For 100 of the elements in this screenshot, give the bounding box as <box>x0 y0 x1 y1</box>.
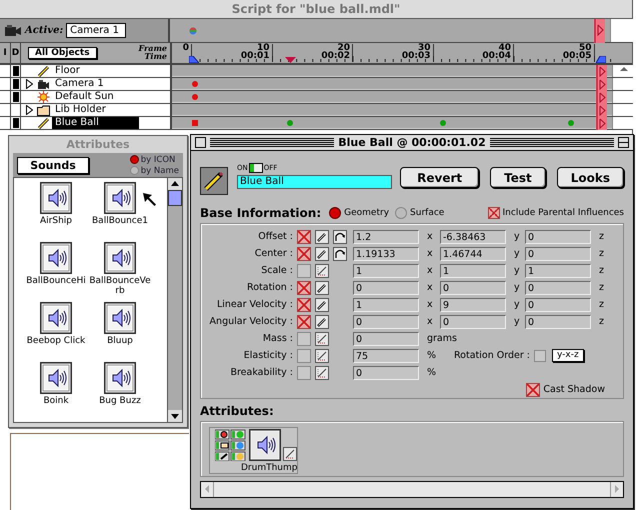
checkbox[interactable] <box>297 280 311 294</box>
mode-option[interactable]: Surface <box>395 207 444 219</box>
graph-tool-icon[interactable] <box>315 348 329 362</box>
value-field[interactable]: 0 <box>440 314 506 328</box>
pencil-tool-icon[interactable] <box>315 298 329 312</box>
visibility-toggle[interactable] <box>12 79 18 89</box>
sound-name[interactable]: Beebop Click <box>26 336 86 346</box>
sound-name[interactable]: BallBounce1 <box>92 216 148 226</box>
curve-tool-icon[interactable] <box>333 246 347 260</box>
view-option[interactable]: by Name <box>130 166 179 176</box>
value-field[interactable]: 0 <box>440 280 506 294</box>
object-name[interactable]: Lib Holder <box>52 104 109 116</box>
checkbox[interactable] <box>297 314 311 328</box>
category-button[interactable]: Sounds <box>17 156 89 174</box>
value-field[interactable]: 1.46744 <box>440 246 506 260</box>
sound-name[interactable]: Boink <box>43 396 69 406</box>
checkbox[interactable] <box>534 350 546 362</box>
sound-name[interactable]: BallBounceVerb <box>89 276 151 296</box>
dialog-button[interactable]: Revert <box>400 167 480 188</box>
pencil-icon[interactable] <box>200 167 228 195</box>
visibility-toggle[interactable] <box>12 92 18 102</box>
include-parental-checkbox[interactable]: Include Parental Influences <box>488 207 624 219</box>
end-marker-icon <box>596 56 606 63</box>
value-field[interactable]: 0 <box>525 230 591 244</box>
value-field[interactable]: 1.2 <box>353 230 419 244</box>
value-field[interactable]: 0 <box>353 366 419 380</box>
checkbox[interactable] <box>297 348 311 362</box>
value-field[interactable]: 0 <box>525 280 591 294</box>
zoom-box[interactable] <box>618 137 629 148</box>
value-field[interactable]: 0 <box>353 332 419 346</box>
active-camera-field[interactable]: Camera 1 <box>66 23 126 38</box>
checkbox[interactable] <box>297 366 311 380</box>
attribute-name: DrumThump <box>241 463 298 473</box>
graph-tool-icon[interactable] <box>315 264 329 278</box>
checkbox[interactable] <box>297 230 311 244</box>
value-field[interactable]: 0 <box>525 246 591 260</box>
value-field[interactable]: 1 <box>353 298 419 312</box>
value-field[interactable]: 0 <box>525 298 591 312</box>
value-field[interactable]: 1.19133 <box>353 246 419 260</box>
value-field[interactable]: 1 <box>525 264 591 278</box>
value-field[interactable]: 0 <box>353 280 419 294</box>
graph-tool-icon[interactable] <box>283 447 297 461</box>
pencil-tool-icon[interactable] <box>315 314 329 328</box>
speaker-icon[interactable] <box>104 242 136 274</box>
pencil-tool-icon[interactable] <box>315 246 329 260</box>
cast-shadow-checkbox[interactable]: Cast Shadow <box>526 382 605 396</box>
checkbox[interactable] <box>297 332 311 346</box>
keyframe-marker[interactable] <box>192 94 198 100</box>
scrollbar[interactable] <box>167 178 182 422</box>
checkbox[interactable] <box>297 246 311 260</box>
dialog-button[interactable]: Test <box>490 167 546 188</box>
attribute-card[interactable]: DrumThump <box>209 427 298 474</box>
object-name[interactable]: Camera 1 <box>52 78 107 90</box>
sound-name[interactable]: Bluup <box>107 336 133 346</box>
rotation-order-popup[interactable]: y-x-z <box>552 349 584 362</box>
name-field[interactable]: Blue Ball <box>237 175 392 189</box>
value-field[interactable]: 9 <box>440 298 506 312</box>
value-field[interactable]: 0 <box>525 314 591 328</box>
speaker-icon[interactable] <box>40 362 72 394</box>
sound-name[interactable]: BallBounceHi <box>26 276 86 286</box>
speaker-icon[interactable] <box>40 242 72 274</box>
speaker-icon[interactable] <box>104 362 136 394</box>
value-field[interactable]: -6.38463 <box>440 230 506 244</box>
scroll-thumb[interactable] <box>168 190 182 206</box>
keyframe-marker[interactable] <box>568 120 574 126</box>
speaker-icon[interactable] <box>104 302 136 334</box>
object-name[interactable]: Floor <box>52 65 83 77</box>
sound-name[interactable]: Bug Buzz <box>99 396 141 406</box>
sound-name[interactable]: AirShip <box>40 216 72 226</box>
mode-option[interactable]: Geometry <box>329 207 390 219</box>
pencil-tool-icon[interactable] <box>315 280 329 294</box>
on-off-switch[interactable] <box>248 163 263 173</box>
speaker-icon[interactable] <box>40 302 72 334</box>
speaker-icon[interactable] <box>40 182 72 214</box>
value-field[interactable]: 1 <box>353 264 419 278</box>
filter-button[interactable]: All Objects <box>28 47 97 59</box>
graph-tool-icon[interactable] <box>315 366 329 380</box>
visibility-toggle[interactable] <box>12 118 18 128</box>
checkbox[interactable] <box>297 264 311 278</box>
disclosure-triangle-icon[interactable] <box>26 105 33 115</box>
object-name[interactable]: Default Sun <box>52 91 117 103</box>
value-field[interactable]: 1 <box>440 264 506 278</box>
value-field[interactable]: 75 <box>353 348 419 362</box>
disclosure-triangle-icon[interactable] <box>26 79 33 89</box>
close-box[interactable] <box>195 137 206 148</box>
keyframe-marker[interactable] <box>286 120 293 126</box>
curve-tool-icon[interactable] <box>333 230 347 244</box>
visibility-toggle[interactable] <box>12 66 18 76</box>
keyframe-marker[interactable] <box>440 120 446 126</box>
value-field[interactable]: 0 <box>353 314 419 328</box>
playhead-marker-icon[interactable] <box>285 57 296 63</box>
keyframe-marker[interactable] <box>192 120 198 126</box>
object-name[interactable]: Blue Ball <box>52 117 139 129</box>
speaker-icon[interactable] <box>104 182 136 214</box>
graph-tool-icon[interactable] <box>315 332 329 346</box>
view-option[interactable]: by ICON <box>130 154 179 165</box>
pencil-tool-icon[interactable] <box>315 230 329 244</box>
checkbox[interactable] <box>297 298 311 312</box>
keyframe-marker[interactable] <box>192 81 198 87</box>
dialog-button[interactable]: Looks <box>556 167 624 188</box>
